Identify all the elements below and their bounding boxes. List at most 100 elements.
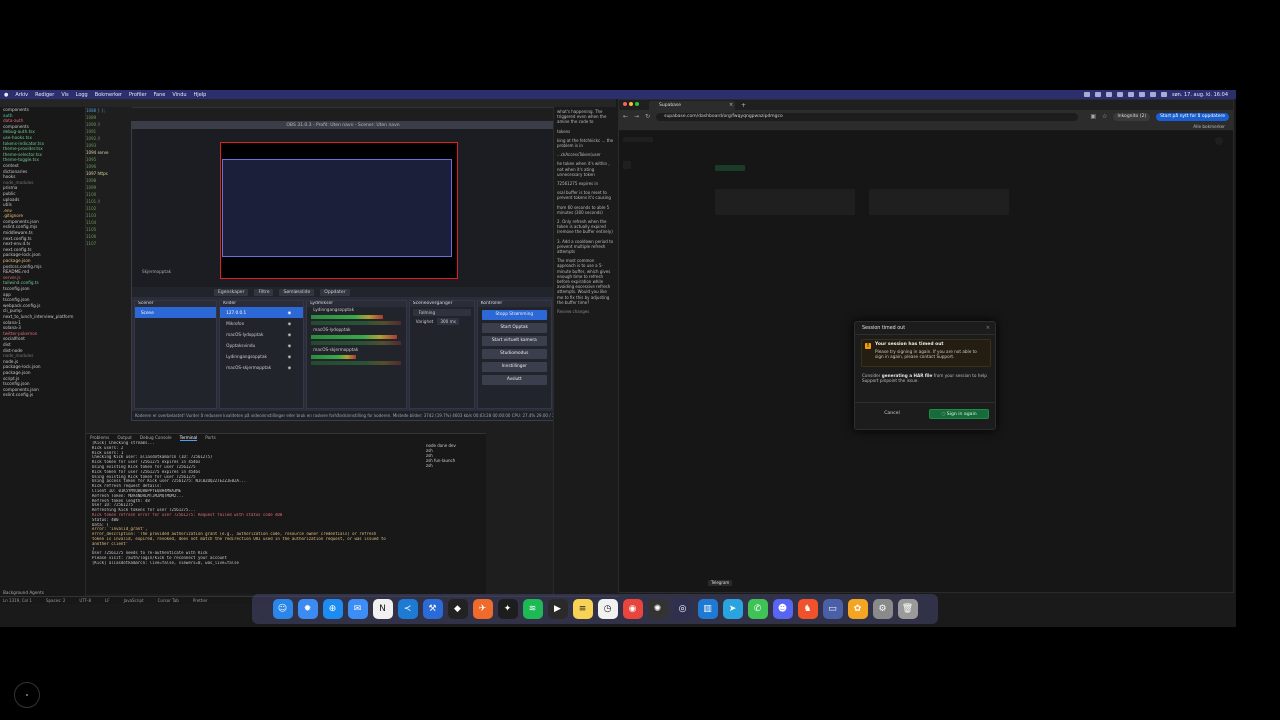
notion-icon[interactable]: N xyxy=(372,599,393,619)
menu-item[interactable]: Logg xyxy=(76,92,88,98)
figma-icon[interactable]: ✦ xyxy=(497,599,518,619)
reload-icon[interactable]: ↻ xyxy=(645,113,650,120)
status-item[interactable]: JavaScript xyxy=(124,597,144,604)
eye-icon[interactable]: ◉ xyxy=(288,318,292,329)
status-icon[interactable] xyxy=(1127,92,1134,97)
close-window-icon[interactable] xyxy=(623,102,627,106)
code-area[interactable]: 1088 } }; 1089 1090 // 1091 1092 // 1093… xyxy=(86,107,132,397)
incognito-badge[interactable]: Inkognito (2) xyxy=(1113,112,1151,121)
spotify-icon[interactable]: ≋ xyxy=(522,599,543,619)
new-tab-icon[interactable]: + xyxy=(741,101,746,110)
trash-icon[interactable]: 🗑 xyxy=(897,599,918,619)
review-changes-link[interactable]: Review changes xyxy=(554,307,617,316)
clock-icon[interactable]: ◷ xyxy=(597,599,618,619)
source-item[interactable]: Lydinngangsopptak ◉ xyxy=(220,351,303,362)
eye-icon[interactable]: ◉ xyxy=(288,362,292,373)
source-item[interactable]: Mikrofon ◉ xyxy=(220,318,303,329)
tree-item[interactable]: eslint.config.js xyxy=(0,392,85,398)
settings-button[interactable]: Innstillinger xyxy=(481,362,547,372)
update-button[interactable]: Start på nytt for å oppdatere xyxy=(1156,112,1229,121)
browser-tab-supabase[interactable]: Supabase xyxy=(649,101,735,110)
trello-icon[interactable]: ▥ xyxy=(697,599,718,619)
source-item[interactable]: 127.0.0.1 ◉ xyxy=(220,307,304,318)
menu-item[interactable]: Vindu xyxy=(172,92,186,98)
apple-icon[interactable]: ● xyxy=(4,92,8,98)
status-item[interactable]: Ln 1319, Col 1 xyxy=(3,597,32,604)
status-item[interactable]: Prettier xyxy=(193,597,208,604)
forward-icon[interactable]: → xyxy=(634,113,639,120)
status-item[interactable]: Spaces: 2 xyxy=(46,597,65,604)
filters-button[interactable]: Filtre xyxy=(254,288,274,296)
settings-icon[interactable]: ✹ xyxy=(297,599,318,619)
maximize-window-icon[interactable] xyxy=(635,102,639,106)
notes-icon[interactable]: ≡ xyxy=(572,599,593,619)
menu-item[interactable]: Rediger xyxy=(35,92,54,98)
menu-item[interactable]: Bokmerker xyxy=(95,92,122,98)
messages-icon[interactable]: ✆ xyxy=(747,599,768,619)
clock[interactable]: søn. 17. aug. kl. 16:04 xyxy=(1172,92,1228,98)
panel-tab[interactable]: Ports xyxy=(205,434,215,441)
telegram-icon[interactable]: ➤ xyxy=(722,599,743,619)
obs-preview[interactable] xyxy=(220,142,458,279)
panel-tab[interactable]: Terminal xyxy=(179,434,198,441)
finder-icon[interactable]: ☺ xyxy=(272,599,293,619)
status-item[interactable]: UTF-8 xyxy=(79,597,91,604)
battery-icon[interactable] xyxy=(1149,92,1156,97)
menu-item[interactable]: Profiler xyxy=(129,92,147,98)
brave-icon[interactable]: ♞ xyxy=(797,599,818,619)
volume-slider[interactable] xyxy=(311,361,402,365)
status-item[interactable]: LF xyxy=(105,597,110,604)
terminal-instance[interactable]: zsh xyxy=(426,463,482,468)
minimize-window-icon[interactable] xyxy=(629,102,633,106)
postman-icon[interactable]: ✈ xyxy=(472,599,493,619)
xcode-icon[interactable]: ⚒ xyxy=(422,599,443,619)
back-icon[interactable]: ← xyxy=(623,113,628,120)
system-preferences-icon[interactable]: ⚙ xyxy=(872,599,893,619)
start-recording-button[interactable]: Start Opptak xyxy=(481,323,547,333)
menu-item[interactable]: Hjelp xyxy=(194,92,207,98)
bookmark-star-icon[interactable]: ☆ xyxy=(1102,113,1107,120)
finder-window-icon[interactable]: ▭ xyxy=(822,599,843,619)
discord-icon[interactable]: ☻ xyxy=(772,599,793,619)
studio-mode-button[interactable]: Studiomodus xyxy=(481,349,547,359)
transition-select[interactable]: Falming xyxy=(412,309,471,316)
status-item[interactable]: Cursor Tab xyxy=(158,597,179,604)
status-icon[interactable] xyxy=(1094,92,1101,97)
wifi-icon[interactable] xyxy=(1138,92,1145,97)
close-dialog-icon[interactable]: × xyxy=(986,322,990,335)
terminal-icon[interactable]: ▶ xyxy=(547,599,568,619)
chatgpt-icon[interactable]: ✺ xyxy=(647,599,668,619)
bookmarks-bar[interactable]: Alle bokmerker xyxy=(619,123,1233,131)
menu-item[interactable]: Vis xyxy=(61,92,68,98)
panel-tab[interactable]: Debug Console xyxy=(140,434,172,441)
sign-in-again-button[interactable]: ◌ Sign in again xyxy=(929,409,989,419)
photos-icon[interactable]: ✿ xyxy=(847,599,868,619)
mail-icon[interactable]: ✉ xyxy=(347,599,368,619)
safari-icon[interactable]: ⊕ xyxy=(322,599,343,619)
panel-tab[interactable]: Output xyxy=(117,434,132,441)
source-item[interactable]: macOS-skjermopptak ◉ xyxy=(220,362,303,373)
menu-item[interactable]: Fane xyxy=(154,92,166,98)
har-link[interactable]: generating a HAR file xyxy=(882,373,933,378)
panel-tab[interactable]: Problems xyxy=(90,434,109,441)
status-icon[interactable] xyxy=(1116,92,1123,97)
vscode-icon[interactable]: ≺ xyxy=(397,599,418,619)
virtual-camera-button[interactable]: Start virtuelt kamera xyxy=(481,336,547,346)
duration-input[interactable]: 300 ms xyxy=(437,318,459,325)
chrome-icon[interactable]: ◉ xyxy=(622,599,643,619)
refresh-button[interactable]: Oppdater xyxy=(320,288,350,296)
exit-button[interactable]: Avslutt xyxy=(481,375,547,385)
volume-slider[interactable] xyxy=(311,341,402,345)
properties-button[interactable]: Egenskaper xyxy=(214,288,249,296)
volume-slider[interactable] xyxy=(311,321,402,325)
stop-streaming-button[interactable]: Stopp Strømming xyxy=(481,310,547,320)
close-tab-icon[interactable]: × xyxy=(729,101,733,110)
scene-item[interactable]: Scene xyxy=(135,307,217,318)
cursor-icon[interactable]: ◆ xyxy=(447,599,468,619)
eye-icon[interactable]: ◉ xyxy=(288,340,292,351)
tree-item[interactable]: next_to_lunch_interview_platform xyxy=(0,314,85,320)
obs-icon[interactable]: ◎ xyxy=(672,599,693,619)
menu-item[interactable]: Arkiv xyxy=(15,92,28,98)
address-bar[interactable]: supabase.com/dashboard/org/fwqyqngpwazip… xyxy=(656,112,1079,121)
source-item[interactable]: Opptaksvindu ◉ xyxy=(220,340,303,351)
